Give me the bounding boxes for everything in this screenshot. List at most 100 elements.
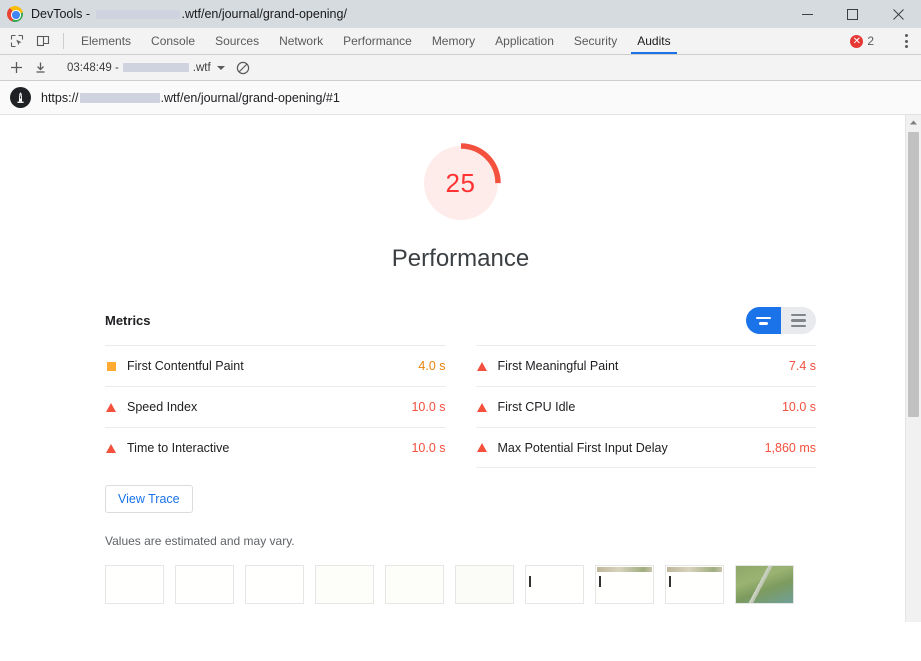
metric-label: Time to Interactive [127,441,229,455]
metric-value: 7.4 s [789,359,816,373]
filmstrip-frame[interactable] [105,565,164,604]
metric-row[interactable]: Time to Interactive 10.0 s [105,427,446,468]
error-icon: ✕ [850,35,863,48]
tab-application[interactable]: Application [485,28,564,54]
window-title-prefix: DevTools - [31,7,94,21]
tab-elements[interactable]: Elements [71,28,141,54]
tab-label: Performance [343,34,412,48]
tab-memory[interactable]: Memory [422,28,485,54]
scroll-up-arrow-icon[interactable] [906,115,921,130]
metrics-title: Metrics [105,313,151,328]
tab-sources[interactable]: Sources [205,28,269,54]
tab-label: Sources [215,34,259,48]
redacted-domain [96,10,180,19]
metric-row[interactable]: First CPU Idle 10.0 s [476,386,817,427]
scrollbar-thumb[interactable] [908,132,919,417]
filmstrip-frame[interactable] [665,565,724,604]
filmstrip-frame[interactable] [245,565,304,604]
metric-value: 10.0 s [411,400,445,414]
window-controls [785,0,921,28]
tab-label: Network [279,34,323,48]
metric-row[interactable]: First Meaningful Paint 7.4 s [476,345,817,386]
view-trace-button[interactable]: View Trace [105,485,193,513]
redacted-domain [80,93,160,103]
audits-toolbar: 03:48:49 - .wtf [0,55,921,81]
window-title-bar: DevTools - .wtf/en/journal/grand-opening… [0,0,921,28]
metric-value: 10.0 s [782,400,816,414]
filmstrip-frame[interactable] [385,565,444,604]
metric-label: First CPU Idle [498,400,576,414]
inspect-element-icon[interactable] [4,28,30,54]
metrics-header: Metrics [105,307,816,334]
url-suffix: .wtf/en/journal/grand-opening/#1 [161,91,340,105]
minimize-button[interactable] [785,0,830,28]
filmstrip-frame[interactable] [315,565,374,604]
metric-label: Speed Index [127,400,197,414]
metric-row[interactable]: First Contentful Paint 4.0 s [105,345,446,386]
frame-header-strip [597,567,652,572]
maximize-button[interactable] [830,0,875,28]
chrome-logo-icon [7,6,23,22]
tab-audits[interactable]: Audits [627,28,680,54]
metric-row[interactable]: Max Potential First Input Delay 1,860 ms [476,427,817,468]
rating-average-icon [105,362,127,371]
tab-label: Audits [637,34,670,48]
device-toolbar-icon[interactable] [30,28,56,54]
error-count-badge[interactable]: ✕ 2 [850,34,874,48]
tab-console[interactable]: Console [141,28,205,54]
metric-value: 4.0 s [418,359,445,373]
frame-content-mark [599,576,601,587]
audit-run-selector[interactable]: 03:48:49 - .wtf [67,62,225,74]
close-button[interactable] [875,0,921,28]
toggle-expanded-view[interactable] [781,307,816,334]
devtools-tab-strip: Elements Console Sources Network Perform… [0,28,921,55]
metric-value: 10.0 s [411,441,445,455]
metrics-grid: First Contentful Paint 4.0 s First Meani… [105,345,816,468]
audit-report-panel: 25 Performance Metrics First [0,115,921,622]
toggle-collapsed-view[interactable] [746,307,781,334]
filmstrip-frame[interactable] [525,565,584,604]
score-gauge-circle: 25 [417,139,505,227]
metric-value: 1,860 ms [765,441,816,455]
rating-bad-icon [476,403,498,412]
clear-audits-icon[interactable] [232,61,254,75]
download-report-icon[interactable] [28,61,52,74]
filmstrip-frame[interactable] [175,565,234,604]
tab-label: Elements [81,34,131,48]
metric-row[interactable]: Speed Index 10.0 s [105,386,446,427]
filmstrip-frame[interactable] [595,565,654,604]
filmstrip [105,565,816,604]
window-title-suffix: .wtf/en/journal/grand-opening/ [182,7,347,21]
metrics-view-toggle[interactable] [746,307,816,334]
toolbar-divider [63,33,64,49]
metric-label: First Contentful Paint [127,359,244,373]
tab-performance[interactable]: Performance [333,28,422,54]
audit-run-time: 03:48:49 - [67,62,119,74]
audit-run-domain-suffix: .wtf [193,62,211,74]
frame-header-strip [667,567,722,572]
performance-score-gauge: 25 Performance [0,139,921,273]
score-value: 25 [417,139,505,227]
new-audit-icon[interactable] [4,61,28,74]
tab-label: Security [574,34,617,48]
rating-bad-icon [476,362,498,371]
score-category-title: Performance [392,245,529,273]
tab-network[interactable]: Network [269,28,333,54]
report-url: https:// .wtf/en/journal/grand-opening/#1 [41,91,340,105]
more-options-icon[interactable] [895,30,917,52]
chevron-down-icon [217,66,225,70]
rating-bad-icon [105,403,127,412]
url-prefix: https:// [41,91,79,105]
redacted-domain [123,63,189,72]
filmstrip-frame[interactable] [455,565,514,604]
frame-content-mark [529,576,531,587]
tab-label: Console [151,34,195,48]
tab-strip-right: ✕ 2 [850,28,921,54]
window-title: DevTools - .wtf/en/journal/grand-opening… [31,7,347,21]
report-url-bar: https:// .wtf/en/journal/grand-opening/#1 [0,81,921,115]
report-scrollbar[interactable] [905,115,921,622]
filmstrip-frame[interactable] [735,565,794,604]
tab-security[interactable]: Security [564,28,627,54]
rating-bad-icon [105,444,127,453]
frame-content-mark [669,576,671,587]
